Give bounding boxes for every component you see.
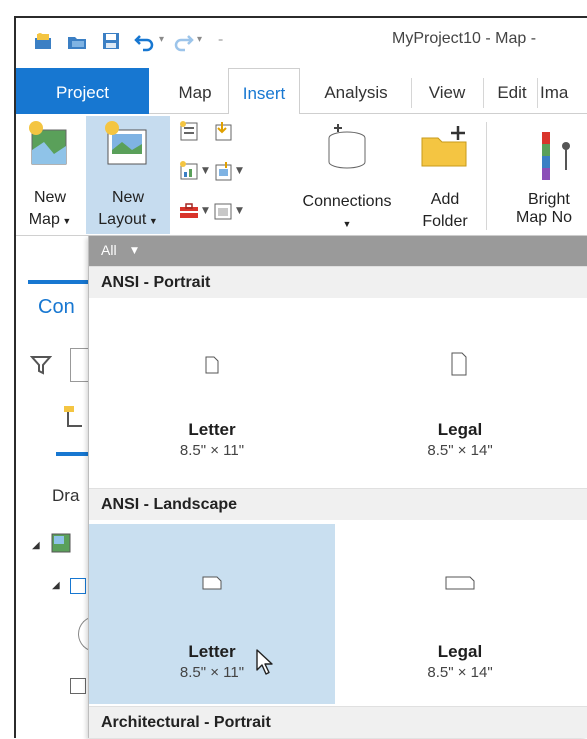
mouse-cursor-icon [256, 649, 273, 675]
new-layout-label-line2: Layout [98, 211, 147, 228]
chevron-down-icon[interactable]: ▼ [236, 206, 243, 216]
task-icon[interactable] [212, 200, 234, 222]
folder-add-icon [421, 126, 467, 167]
tile-size: 8.5" × 11" [179, 442, 245, 459]
ribbon-tabs: Project Map Insert Analysis View Edit Im… [16, 68, 587, 115]
tab-project[interactable]: Project [16, 68, 149, 114]
chevron-down-icon[interactable]: ▼ [131, 246, 138, 256]
customize-qat-icon[interactable]: ₌ [218, 34, 223, 45]
new-layout-label-line1: New [111, 189, 144, 206]
basemap-icon [542, 132, 570, 180]
new-report-icon[interactable] [178, 120, 200, 142]
tile-name: Letter [188, 420, 236, 439]
tile-size: 8.5" × 11" [179, 664, 245, 681]
new-map-label-line1: New [33, 189, 66, 206]
basemap-button[interactable]: Bright Map No [504, 118, 587, 232]
toolbox-icon[interactable] [178, 200, 200, 222]
import-layout-icon[interactable] [212, 160, 234, 182]
database-icon [328, 124, 366, 169]
drawing-order-label: Dra [52, 486, 80, 505]
add-folder-label-line2: Folder [422, 213, 468, 230]
undo-dropdown-icon[interactable]: ▾ [159, 34, 164, 45]
dock-pane-accent [28, 280, 88, 284]
chevron-down-icon: ▼ [59, 216, 72, 226]
section-ansi-landscape: ANSI - Landscape [89, 488, 587, 520]
page-landscape-icon [202, 576, 222, 590]
layout-tile-ansi-landscape-letter[interactable]: Letter 8.5" × 11" [89, 524, 335, 704]
expand-triangle-icon[interactable]: ◢ [52, 580, 60, 591]
tile-size: 8.5" × 14" [427, 664, 493, 681]
tab-divider [411, 78, 412, 108]
new-project-icon[interactable] [32, 30, 54, 52]
filter-icon[interactable] [30, 354, 52, 376]
title-bar: ▾ ▾ ₌ MyProject10 - Map - [16, 18, 587, 68]
list-by-drawing-order-icon[interactable] [62, 404, 88, 434]
chevron-down-icon[interactable]: ▼ [202, 166, 209, 176]
tile-name: Legal [437, 420, 483, 439]
tab-map[interactable]: Map [164, 68, 226, 114]
new-layout-icon [105, 121, 147, 165]
window-frame-left [0, 0, 14, 738]
save-project-icon[interactable] [100, 30, 122, 52]
redo-icon[interactable] [172, 30, 194, 52]
expand-triangle-icon[interactable]: ◢ [32, 540, 40, 551]
tab-edit[interactable]: Edit [488, 68, 536, 114]
redo-dropdown-icon[interactable]: ▾ [197, 34, 202, 45]
layer-checkbox[interactable] [70, 578, 86, 594]
tab-divider [537, 78, 538, 108]
open-project-icon[interactable] [66, 30, 88, 52]
undo-icon[interactable] [134, 30, 156, 52]
page-portrait-icon [451, 352, 467, 376]
chevron-down-icon: ▼ [342, 219, 352, 229]
add-folder-button[interactable]: Add Folder [412, 118, 478, 232]
tab-divider [483, 78, 484, 108]
layout-tile-ansi-portrait-letter[interactable]: Letter 8.5" × 11" [89, 298, 335, 484]
page-portrait-icon [205, 356, 219, 374]
contents-pane-title: Con [38, 296, 75, 318]
import-map-icon[interactable] [212, 120, 234, 142]
connections-label: Connections [302, 193, 392, 210]
layout-gallery: All ▼ ANSI - Portrait Letter 8.5" × 11" … [88, 236, 587, 738]
ribbon-insert: New Map ▼ New Layout ▼ ▼ ▼ ▼ ▼ Connectio… [16, 114, 587, 236]
tab-analysis[interactable]: Analysis [308, 68, 404, 114]
chevron-down-icon: ▼ [146, 216, 158, 226]
window-title: MyProject10 - Map - [392, 30, 537, 47]
ribbon-group-divider [486, 122, 487, 230]
chevron-down-icon[interactable]: ▼ [202, 206, 209, 216]
dock-tab-underline [56, 452, 92, 456]
new-layout-button[interactable]: New Layout ▼ [86, 116, 170, 234]
chevron-down-icon[interactable]: ▼ [236, 166, 243, 176]
new-map-button[interactable]: New Map ▼ [18, 118, 82, 232]
map-icon [51, 533, 71, 553]
tile-name: Letter [188, 642, 236, 661]
section-architectural-portrait: Architectural - Portrait [89, 706, 587, 738]
tab-view[interactable]: View [416, 68, 478, 114]
layout-tile-ansi-landscape-legal[interactable]: Legal 8.5" × 14" [337, 524, 583, 704]
gallery-filter-bar: All ▼ [89, 236, 587, 266]
tab-imagery[interactable]: Ima [540, 68, 587, 114]
layout-tile-ansi-portrait-legal[interactable]: Legal 8.5" × 14" [337, 298, 583, 484]
new-map-icon [29, 121, 67, 165]
gallery-filter-dropdown[interactable]: All [101, 242, 117, 258]
window-frame-top [0, 0, 587, 16]
new-map-label-line2: Map [28, 211, 60, 228]
add-folder-label-line1: Add [430, 191, 460, 208]
page-landscape-icon [445, 576, 475, 590]
tile-name: Legal [437, 642, 483, 661]
tile-size: 8.5" × 14" [427, 442, 493, 459]
connections-button[interactable]: Connections ▼ [284, 118, 410, 232]
section-ansi-portrait: ANSI - Portrait [89, 266, 587, 298]
tab-insert[interactable]: Insert [228, 68, 300, 115]
basemap-label-line1: Bright [528, 191, 570, 208]
layer-checkbox[interactable] [70, 678, 86, 694]
new-chart-icon[interactable] [178, 160, 200, 182]
basemap-label-line2: Map No [516, 209, 573, 226]
